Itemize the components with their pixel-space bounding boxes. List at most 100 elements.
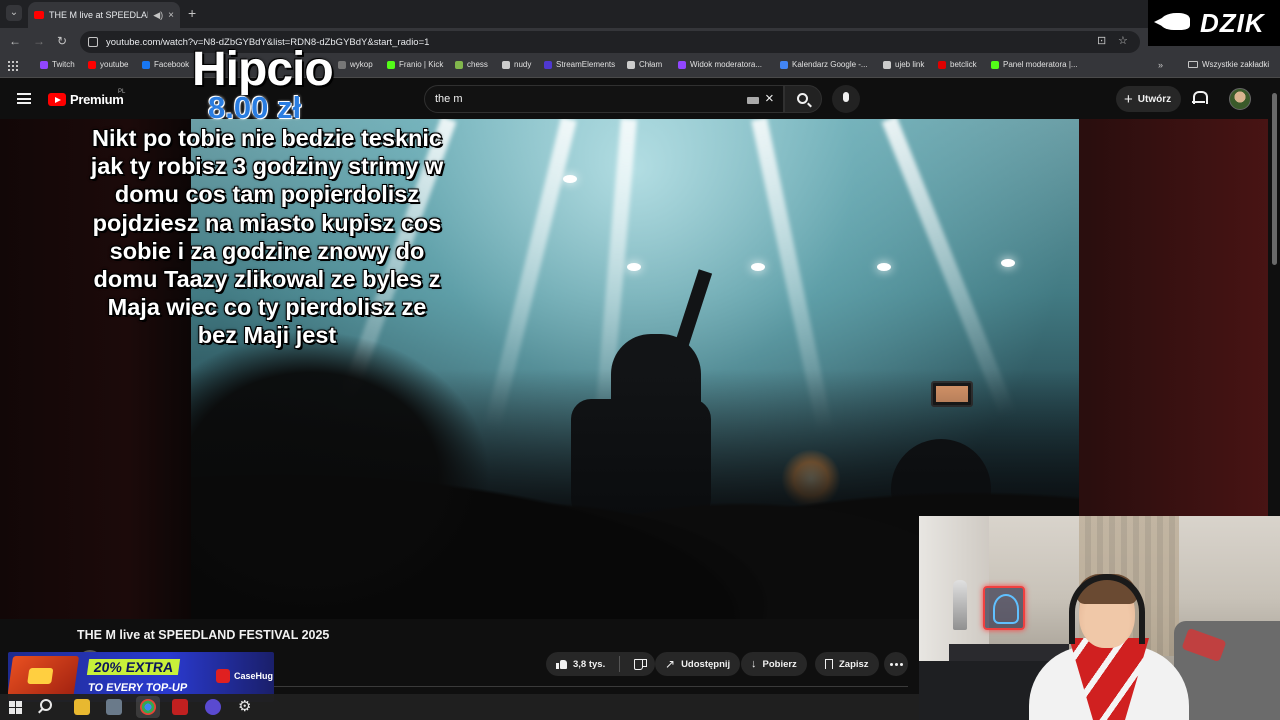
video-title: THE M live at SPEEDLAND FESTIVAL 2025 <box>77 628 330 642</box>
microphone-icon <box>843 92 849 102</box>
bookmark-label: Widok moderatora... <box>690 60 763 69</box>
taskbar-app-icon[interactable] <box>172 699 188 715</box>
tab-search-chevron-icon[interactable]: ⌄ <box>6 5 22 21</box>
bookmark-item[interactable]: betclick <box>938 60 977 69</box>
settings-gear-icon[interactable]: ⚙ <box>238 697 251 715</box>
search-box[interactable]: × <box>424 85 784 113</box>
ad-subline: TO EVERY TOP-UP <box>87 682 189 694</box>
bookmark-item[interactable]: Facebook <box>142 60 189 69</box>
bookmark-item[interactable]: Panel moderatora |... <box>991 60 1078 69</box>
like-count[interactable]: 3,8 tys. <box>573 659 605 670</box>
keyboard-icon[interactable] <box>747 97 759 104</box>
clear-search-icon[interactable]: × <box>765 90 774 107</box>
bookmark-favicon-icon <box>938 60 946 69</box>
bookmark-item[interactable]: Kalendarz Google -... <box>780 60 868 69</box>
forward-button[interactable]: → <box>33 34 45 48</box>
ad-brand-name: CaseHug <box>234 671 274 681</box>
voice-search-button[interactable] <box>832 85 860 113</box>
apps-grid-icon[interactable] <box>8 61 18 71</box>
youtube-favicon-icon <box>34 11 44 19</box>
scrollbar-thumb[interactable] <box>1272 93 1277 265</box>
file-explorer-icon[interactable] <box>74 699 90 715</box>
bookmark-label: Chłam <box>639 60 663 69</box>
download-button[interactable]: ↓ Pobierz <box>741 652 807 676</box>
bookmark-item[interactable]: wykop <box>338 60 373 69</box>
more-dot <box>894 662 898 666</box>
back-button[interactable]: ← <box>9 34 21 48</box>
install-app-icon[interactable]: ⊡ <box>1097 34 1106 47</box>
windows-start-icon[interactable] <box>9 701 22 714</box>
tab-title: THE M live at SPEEDLAND F <box>49 10 148 20</box>
more-actions-button[interactable] <box>884 652 908 676</box>
thumbs-down-icon[interactable] <box>634 659 648 670</box>
bookmark-item[interactable]: Twitch <box>40 60 75 69</box>
bookmark-favicon-icon <box>40 60 48 69</box>
bookmark-label: StreamElements <box>556 60 616 69</box>
boar-icon <box>1154 13 1190 30</box>
bookmark-label: youtube <box>100 60 129 69</box>
notifications-bell-icon[interactable] <box>1192 91 1208 105</box>
share-button[interactable]: ↗ Udostępnij <box>655 652 741 676</box>
bookmark-favicon-icon <box>678 60 686 69</box>
youtube-logo[interactable]: Premium <box>48 92 124 107</box>
youtube-play-icon <box>48 93 66 106</box>
bookmark-label: betclick <box>950 60 977 69</box>
bookmark-favicon-icon <box>627 60 635 69</box>
search-button[interactable] <box>784 85 822 113</box>
page-scrollbar[interactable] <box>1268 79 1280 516</box>
bookmark-item[interactable]: youtube <box>88 60 128 69</box>
streamer-webcam <box>919 516 1280 720</box>
bookmark-star-icon[interactable]: ☆ <box>1118 34 1128 47</box>
bookmark-item[interactable]: Chłam <box>627 60 662 69</box>
bookmark-label: nudy <box>514 60 532 69</box>
bookmark-item[interactable]: nudy <box>502 60 531 69</box>
bookmark-favicon-icon <box>338 60 346 69</box>
stage-light <box>1001 259 1015 267</box>
create-button[interactable]: + Utwórz <box>1116 86 1182 112</box>
save-button[interactable]: Zapisz <box>815 652 879 676</box>
speaker-icon[interactable]: ◀) <box>153 10 163 21</box>
account-avatar[interactable] <box>1229 88 1251 110</box>
bookmark-favicon-icon <box>387 60 395 69</box>
save-label: Zapisz <box>839 658 869 670</box>
taskbar-search-icon[interactable] <box>40 699 52 711</box>
bookmarks-overflow-button[interactable]: » <box>1158 60 1163 70</box>
bookmark-favicon-icon <box>991 60 999 69</box>
taskbar-app-icon[interactable] <box>205 699 221 715</box>
bookmark-item[interactable]: chess <box>455 60 488 69</box>
like-dislike-group: 3,8 tys. <box>546 652 656 676</box>
browser-tab-active[interactable]: THE M live at SPEEDLAND F ◀) × <box>28 2 180 28</box>
donation-amount: 8.00 zł <box>208 90 302 125</box>
bookmark-item[interactable]: Franio | Kick <box>387 60 443 69</box>
all-bookmarks-label: Wszystkie zakładki <box>1202 60 1270 69</box>
all-bookmarks-button[interactable]: Wszystkie zakładki <box>1188 60 1269 69</box>
ad-headline: 20% EXTRA <box>86 659 181 675</box>
share-arrow-icon: ↗ <box>665 657 676 671</box>
bookmark-label: Panel moderatora |... <box>1003 60 1078 69</box>
windows-taskbar: ⚙ <box>0 694 920 720</box>
tab-close-icon[interactable]: × <box>168 10 174 21</box>
chrome-icon[interactable] <box>140 699 156 715</box>
search-icon <box>797 93 808 104</box>
casehug-logo-icon <box>216 669 230 683</box>
browser-tab-bar: ⌄ THE M live at SPEEDLAND F ◀) × + <box>0 0 1280 28</box>
bookmark-item[interactable]: ujeb link <box>883 60 924 69</box>
site-info-icon[interactable] <box>88 37 98 47</box>
search-input[interactable] <box>435 93 715 105</box>
menu-icon[interactable] <box>17 93 31 104</box>
more-dot <box>899 662 903 666</box>
bookmark-item[interactable]: StreamElements <box>544 60 615 69</box>
reload-button[interactable]: ↻ <box>57 34 67 48</box>
donation-message: Nikt po tobie nie bedzie tesknic jak ty … <box>90 125 444 349</box>
new-tab-button[interactable]: + <box>188 5 196 21</box>
more-dot <box>889 662 893 666</box>
stage-light <box>877 263 891 271</box>
thumbs-up-icon[interactable] <box>556 659 567 669</box>
bookmark-item[interactable]: Widok moderatora... <box>678 60 762 69</box>
bookmark-favicon-icon <box>88 60 96 69</box>
bookmark-label: ujeb link <box>895 60 925 69</box>
folder-icon <box>1188 61 1198 68</box>
foreground-head-shadow <box>191 330 491 620</box>
share-label: Udostępnij <box>681 658 731 670</box>
taskbar-app-icon[interactable] <box>106 699 122 715</box>
